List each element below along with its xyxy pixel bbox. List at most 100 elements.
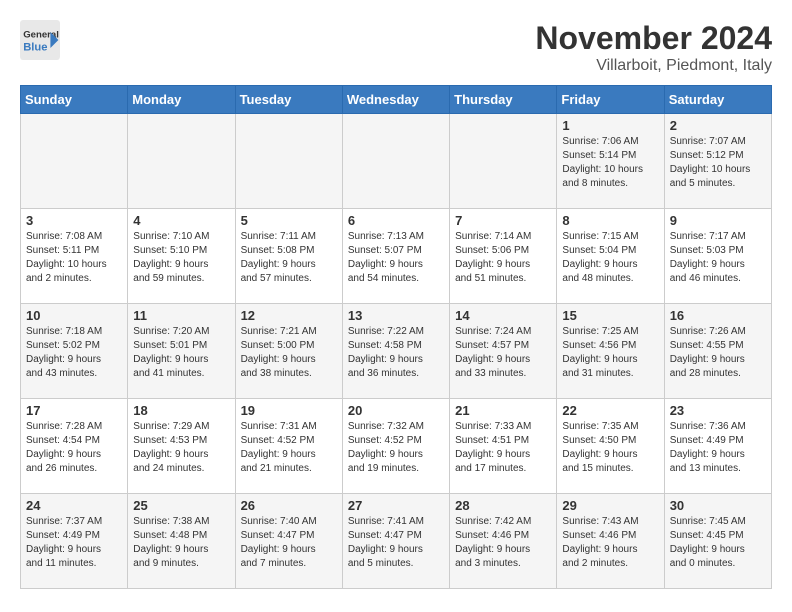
day-info: Sunrise: 7:15 AM Sunset: 5:04 PM Dayligh… bbox=[562, 230, 658, 286]
calendar-cell: 24 Sunrise: 7:37 AM Sunset: 4:49 PM Dayli… bbox=[21, 494, 128, 589]
calendar-cell: 14 Sunrise: 7:24 AM Sunset: 4:57 PM Dayli… bbox=[450, 304, 557, 399]
calendar-week-row: 3 Sunrise: 7:08 AM Sunset: 5:11 PM Daylig… bbox=[21, 209, 772, 304]
day-info: Sunrise: 7:14 AM Sunset: 5:06 PM Dayligh… bbox=[455, 230, 551, 286]
day-number: 19 bbox=[241, 403, 337, 418]
weekday-header-thursday: Thursday bbox=[450, 86, 557, 114]
title-area: November 2024 Villarboit, Piedmont, Ital… bbox=[535, 20, 772, 75]
calendar-cell bbox=[128, 114, 235, 209]
day-number: 8 bbox=[562, 213, 658, 228]
day-number: 21 bbox=[455, 403, 551, 418]
day-info: Sunrise: 7:08 AM Sunset: 5:11 PM Dayligh… bbox=[26, 230, 122, 286]
day-info: Sunrise: 7:28 AM Sunset: 4:54 PM Dayligh… bbox=[26, 420, 122, 476]
calendar-cell bbox=[342, 114, 449, 209]
calendar-cell: 22 Sunrise: 7:35 AM Sunset: 4:50 PM Dayli… bbox=[557, 399, 664, 494]
calendar-cell: 5Sunrise: 7:11 AM Sunset: 5:08 PM Daylig… bbox=[235, 209, 342, 304]
calendar-cell: 1 Sunrise: 7:06 AM Sunset: 5:14 PM Daylig… bbox=[557, 114, 664, 209]
day-info: Sunrise: 7:18 AM Sunset: 5:02 PM Dayligh… bbox=[26, 325, 122, 381]
day-number: 5 bbox=[241, 213, 337, 228]
day-number: 27 bbox=[348, 498, 444, 513]
day-number: 16 bbox=[670, 308, 766, 323]
day-info: Sunrise: 7:38 AM Sunset: 4:48 PM Dayligh… bbox=[133, 515, 229, 571]
day-info: Sunrise: 7:06 AM Sunset: 5:14 PM Dayligh… bbox=[562, 135, 658, 191]
calendar-cell: 17 Sunrise: 7:28 AM Sunset: 4:54 PM Dayli… bbox=[21, 399, 128, 494]
logo: GeneralBlue bbox=[20, 20, 60, 60]
page-title: November 2024 bbox=[535, 20, 772, 57]
calendar-cell: 10 Sunrise: 7:18 AM Sunset: 5:02 PM Dayli… bbox=[21, 304, 128, 399]
weekday-header-monday: Monday bbox=[128, 86, 235, 114]
day-number: 23 bbox=[670, 403, 766, 418]
day-number: 29 bbox=[562, 498, 658, 513]
calendar-cell: 6 Sunrise: 7:13 AM Sunset: 5:07 PM Daylig… bbox=[342, 209, 449, 304]
day-number: 9 bbox=[670, 213, 766, 228]
day-info: Sunrise: 7:32 AM Sunset: 4:52 PM Dayligh… bbox=[348, 420, 444, 476]
calendar-week-row: 10 Sunrise: 7:18 AM Sunset: 5:02 PM Dayli… bbox=[21, 304, 772, 399]
day-info: Sunrise: 7:29 AM Sunset: 4:53 PM Dayligh… bbox=[133, 420, 229, 476]
day-info: Sunrise: 7:43 AM Sunset: 4:46 PM Dayligh… bbox=[562, 515, 658, 571]
calendar-cell: 30 Sunrise: 7:45 AM Sunset: 4:45 PM Dayli… bbox=[664, 494, 771, 589]
day-info: Sunrise: 7:45 AM Sunset: 4:45 PM Dayligh… bbox=[670, 515, 766, 571]
calendar-cell: 2 Sunrise: 7:07 AM Sunset: 5:12 PM Daylig… bbox=[664, 114, 771, 209]
day-number: 20 bbox=[348, 403, 444, 418]
day-number: 1 bbox=[562, 118, 658, 133]
calendar-week-row: 24 Sunrise: 7:37 AM Sunset: 4:49 PM Dayli… bbox=[21, 494, 772, 589]
day-info: Sunrise: 7:20 AM Sunset: 5:01 PM Dayligh… bbox=[133, 325, 229, 381]
weekday-header-wednesday: Wednesday bbox=[342, 86, 449, 114]
logo-icon: GeneralBlue bbox=[20, 20, 60, 60]
calendar-cell: 15 Sunrise: 7:25 AM Sunset: 4:56 PM Dayli… bbox=[557, 304, 664, 399]
header: GeneralBlue November 2024 Villarboit, Pi… bbox=[20, 20, 772, 75]
day-number: 22 bbox=[562, 403, 658, 418]
calendar-cell: 4Sunrise: 7:10 AM Sunset: 5:10 PM Daylig… bbox=[128, 209, 235, 304]
day-number: 6 bbox=[348, 213, 444, 228]
day-number: 30 bbox=[670, 498, 766, 513]
day-info: Sunrise: 7:07 AM Sunset: 5:12 PM Dayligh… bbox=[670, 135, 766, 191]
calendar-cell bbox=[235, 114, 342, 209]
day-info: Sunrise: 7:17 AM Sunset: 5:03 PM Dayligh… bbox=[670, 230, 766, 286]
day-info: Sunrise: 7:25 AM Sunset: 4:56 PM Dayligh… bbox=[562, 325, 658, 381]
day-info: Sunrise: 7:13 AM Sunset: 5:07 PM Dayligh… bbox=[348, 230, 444, 286]
calendar-cell: 27 Sunrise: 7:41 AM Sunset: 4:47 PM Dayli… bbox=[342, 494, 449, 589]
day-info: Sunrise: 7:33 AM Sunset: 4:51 PM Dayligh… bbox=[455, 420, 551, 476]
calendar-cell: 7 Sunrise: 7:14 AM Sunset: 5:06 PM Daylig… bbox=[450, 209, 557, 304]
day-number: 24 bbox=[26, 498, 122, 513]
calendar-cell: 26Sunrise: 7:40 AM Sunset: 4:47 PM Dayli… bbox=[235, 494, 342, 589]
calendar-week-row: 17 Sunrise: 7:28 AM Sunset: 4:54 PM Dayli… bbox=[21, 399, 772, 494]
calendar-cell: 23Sunrise: 7:36 AM Sunset: 4:49 PM Dayli… bbox=[664, 399, 771, 494]
day-number: 2 bbox=[670, 118, 766, 133]
page-subtitle: Villarboit, Piedmont, Italy bbox=[535, 57, 772, 75]
day-number: 7 bbox=[455, 213, 551, 228]
day-info: Sunrise: 7:24 AM Sunset: 4:57 PM Dayligh… bbox=[455, 325, 551, 381]
svg-text:Blue: Blue bbox=[23, 41, 47, 53]
day-info: Sunrise: 7:42 AM Sunset: 4:46 PM Dayligh… bbox=[455, 515, 551, 571]
calendar-cell: 11 Sunrise: 7:20 AM Sunset: 5:01 PM Dayli… bbox=[128, 304, 235, 399]
day-number: 4 bbox=[133, 213, 229, 228]
day-number: 14 bbox=[455, 308, 551, 323]
day-info: Sunrise: 7:31 AM Sunset: 4:52 PM Dayligh… bbox=[241, 420, 337, 476]
day-number: 25 bbox=[133, 498, 229, 513]
calendar-cell: 29 Sunrise: 7:43 AM Sunset: 4:46 PM Dayli… bbox=[557, 494, 664, 589]
day-number: 15 bbox=[562, 308, 658, 323]
day-info: Sunrise: 7:41 AM Sunset: 4:47 PM Dayligh… bbox=[348, 515, 444, 571]
calendar-cell: 16 Sunrise: 7:26 AM Sunset: 4:55 PM Dayli… bbox=[664, 304, 771, 399]
day-info: Sunrise: 7:21 AM Sunset: 5:00 PM Dayligh… bbox=[241, 325, 337, 381]
calendar-cell: 18Sunrise: 7:29 AM Sunset: 4:53 PM Dayli… bbox=[128, 399, 235, 494]
day-number: 3 bbox=[26, 213, 122, 228]
day-number: 10 bbox=[26, 308, 122, 323]
day-info: Sunrise: 7:35 AM Sunset: 4:50 PM Dayligh… bbox=[562, 420, 658, 476]
logo-wrapper: GeneralBlue bbox=[20, 20, 60, 60]
calendar-cell: 12 Sunrise: 7:21 AM Sunset: 5:00 PM Dayli… bbox=[235, 304, 342, 399]
day-number: 12 bbox=[241, 308, 337, 323]
calendar-cell bbox=[21, 114, 128, 209]
day-number: 26 bbox=[241, 498, 337, 513]
day-number: 17 bbox=[26, 403, 122, 418]
day-number: 11 bbox=[133, 308, 229, 323]
day-number: 13 bbox=[348, 308, 444, 323]
day-info: Sunrise: 7:22 AM Sunset: 4:58 PM Dayligh… bbox=[348, 325, 444, 381]
day-info: Sunrise: 7:37 AM Sunset: 4:49 PM Dayligh… bbox=[26, 515, 122, 571]
calendar-cell: 13 Sunrise: 7:22 AM Sunset: 4:58 PM Dayli… bbox=[342, 304, 449, 399]
calendar-table: SundayMondayTuesdayWednesdayThursdayFrid… bbox=[20, 85, 772, 589]
calendar-cell: 21 Sunrise: 7:33 AM Sunset: 4:51 PM Dayli… bbox=[450, 399, 557, 494]
day-info: Sunrise: 7:26 AM Sunset: 4:55 PM Dayligh… bbox=[670, 325, 766, 381]
calendar-cell: 8 Sunrise: 7:15 AM Sunset: 5:04 PM Daylig… bbox=[557, 209, 664, 304]
weekday-header-row: SundayMondayTuesdayWednesdayThursdayFrid… bbox=[21, 86, 772, 114]
calendar-cell: 28Sunrise: 7:42 AM Sunset: 4:46 PM Dayli… bbox=[450, 494, 557, 589]
